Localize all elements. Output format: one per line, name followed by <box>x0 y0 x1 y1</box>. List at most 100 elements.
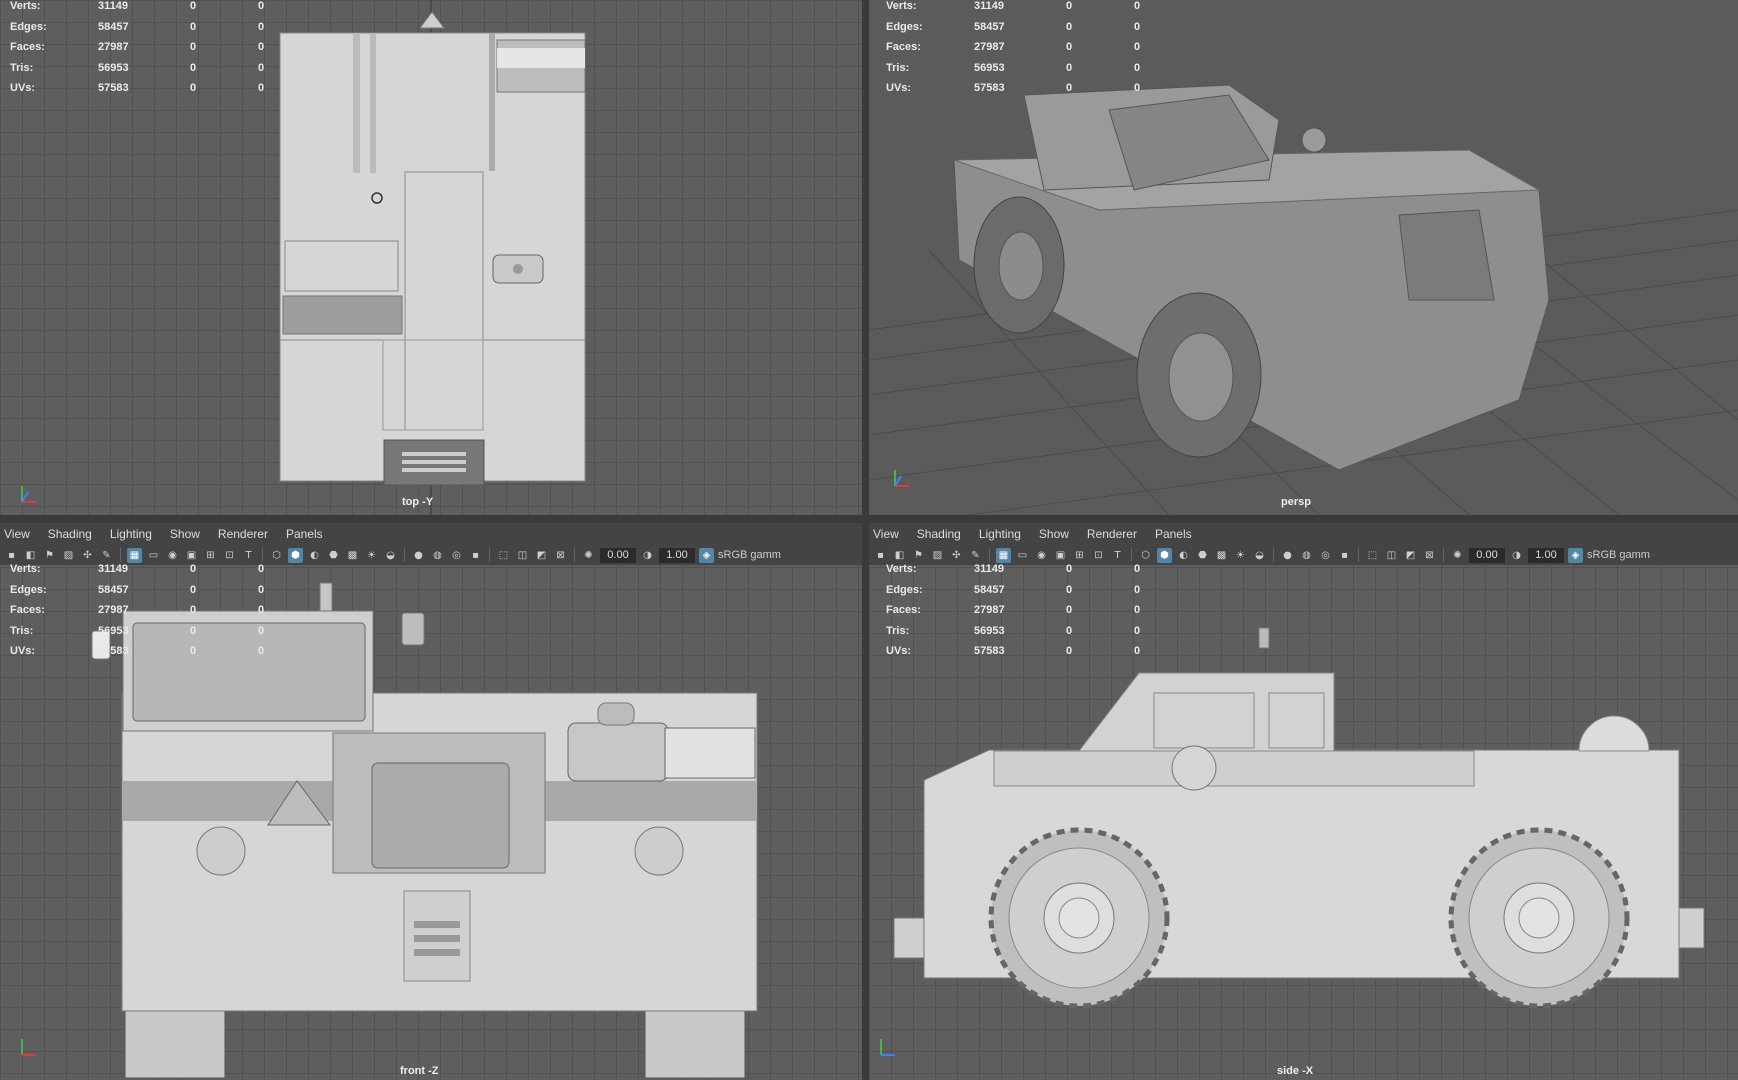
menu-show[interactable]: Show <box>170 527 210 541</box>
hud-value: 0 <box>1134 583 1141 596</box>
hud-value: 0 <box>1066 41 1073 54</box>
hud-value: 58457 <box>974 20 1005 33</box>
hud-value: 0 <box>190 41 197 54</box>
toolbar-separator <box>1273 548 1274 562</box>
xray-joints-icon[interactable]: ◩ <box>534 548 549 563</box>
hud-row-edges: Edges: 58457 0 0 <box>10 17 298 38</box>
xray-components-icon[interactable]: ⊠ <box>1422 548 1437 563</box>
hud-label: Faces: <box>886 604 921 617</box>
ambient-occlusion-icon[interactable]: ● <box>1280 548 1295 563</box>
hud-row-faces: Faces: 27987 0 0 <box>886 37 1174 58</box>
menu-renderer[interactable]: Renderer <box>218 527 278 541</box>
xray-icon[interactable]: ◫ <box>1384 548 1399 563</box>
color-management-icon[interactable]: ◈ <box>1568 547 1583 563</box>
gamma-field[interactable]: 1.00 <box>1528 547 1564 563</box>
motion-blur-icon[interactable]: ◍ <box>1299 548 1314 563</box>
textured-icon[interactable]: ▩ <box>345 548 360 563</box>
gamma-field[interactable]: 1.00 <box>659 547 695 563</box>
xray-components-icon[interactable]: ⊠ <box>553 548 568 563</box>
toolbar-separator <box>404 548 405 562</box>
wireframe-on-shaded-icon[interactable]: ⬣ <box>326 548 341 563</box>
isolate-select-icon[interactable]: ⬚ <box>1365 548 1380 563</box>
wireframe-on-shaded-icon[interactable]: ⬣ <box>1195 548 1210 563</box>
viewport-persp[interactable]: Verts: 31149 0 0 Edges: 58457 0 0 Faces: 27987 0… <box>869 0 1738 515</box>
xray-icon[interactable]: ◫ <box>515 548 530 563</box>
hud-value: 0 <box>190 563 197 576</box>
menu-show[interactable]: Show <box>1039 527 1079 541</box>
hud-value: 0 <box>1134 624 1141 637</box>
camera-label: front -Z <box>400 1065 439 1077</box>
viewport-front[interactable]: View Shading Lighting Show Renderer Pane… <box>0 523 862 1080</box>
hud-label: Faces: <box>10 41 45 54</box>
menu-view[interactable]: View <box>873 527 909 541</box>
shadows-icon[interactable]: ◒ <box>383 548 398 563</box>
exposure-field[interactable]: 0.00 <box>600 547 636 563</box>
color-space-dropdown[interactable]: sRGB gamm <box>1587 549 1650 561</box>
viewport-divider-vertical[interactable] <box>862 0 869 1080</box>
textured-icon[interactable]: ▩ <box>1214 548 1229 563</box>
hud-label: Faces: <box>886 41 921 54</box>
hud-value: 0 <box>1134 61 1141 74</box>
hud-value: 27987 <box>98 604 129 617</box>
hud-label: Edges: <box>886 20 923 33</box>
hud-label: Verts: <box>10 0 41 13</box>
motion-blur-icon[interactable]: ◍ <box>430 548 445 563</box>
menu-view[interactable]: View <box>4 527 40 541</box>
poly-count-hud: Verts: 31149 0 0 Edges: 58457 0 0 Faces: 27987 0… <box>886 0 1174 99</box>
hud-value: 57583 <box>974 645 1005 658</box>
hud-row-uvs: UVs: 57583 0 0 <box>10 641 298 662</box>
menu-shading[interactable]: Shading <box>917 527 971 541</box>
hud-value: 31149 <box>98 0 128 13</box>
axis-gizmo-icon <box>21 1039 36 1056</box>
menu-lighting[interactable]: Lighting <box>110 527 162 541</box>
hud-value: 0 <box>1066 583 1073 596</box>
menu-panels[interactable]: Panels <box>286 527 333 541</box>
axis-gizmo-icon <box>21 486 36 503</box>
exposure-icon[interactable]: ✺ <box>581 548 596 563</box>
lights-icon[interactable]: ☀ <box>364 548 379 563</box>
viewport-divider-horizontal[interactable] <box>0 515 1738 523</box>
isolate-select-icon[interactable]: ⬚ <box>496 548 511 563</box>
menu-shading[interactable]: Shading <box>48 527 102 541</box>
viewport-side[interactable]: View Shading Lighting Show Renderer Pane… <box>869 523 1738 1080</box>
axis-gizmo-icon <box>894 470 909 487</box>
hud-value: 57583 <box>98 82 129 95</box>
shadows-icon[interactable]: ◒ <box>1252 548 1267 563</box>
hud-value: 27987 <box>974 41 1005 54</box>
default-material-icon[interactable]: ◐ <box>1176 548 1191 563</box>
hud-value: 0 <box>258 0 265 13</box>
gamma-icon[interactable]: ◑ <box>640 548 655 563</box>
depth-of-field-icon[interactable]: ▪ <box>468 548 483 563</box>
menu-lighting[interactable]: Lighting <box>979 527 1031 541</box>
color-management-icon[interactable]: ◈ <box>699 547 714 563</box>
hud-label: Verts: <box>886 563 917 576</box>
menu-panels[interactable]: Panels <box>1155 527 1202 541</box>
hud-value: 0 <box>190 624 197 637</box>
hud-value: 56953 <box>98 624 129 637</box>
menu-renderer[interactable]: Renderer <box>1087 527 1147 541</box>
lights-icon[interactable]: ☀ <box>1233 548 1248 563</box>
hud-row-faces: Faces: 27987 0 0 <box>886 600 1174 621</box>
hud-value: 58457 <box>98 20 129 33</box>
hud-label: Verts: <box>10 563 41 576</box>
antialiasing-icon[interactable]: ◎ <box>449 548 464 563</box>
xray-joints-icon[interactable]: ◩ <box>1403 548 1418 563</box>
hud-value: 56953 <box>98 61 129 74</box>
exposure-field[interactable]: 0.00 <box>1469 547 1505 563</box>
hud-row-tris: Tris: 56953 0 0 <box>10 58 298 79</box>
gamma-icon[interactable]: ◑ <box>1509 548 1524 563</box>
antialiasing-icon[interactable]: ◎ <box>1318 548 1333 563</box>
hud-value: 0 <box>1066 20 1073 33</box>
hud-value: 31149 <box>98 563 128 576</box>
exposure-icon[interactable]: ✺ <box>1450 548 1465 563</box>
viewport-top[interactable]: Verts: 31149 0 0 Edges: 58457 0 0 Faces: 27987 0… <box>0 0 862 515</box>
hud-row-tris: Tris: 56953 0 0 <box>10 621 298 642</box>
hud-value: 0 <box>258 82 265 95</box>
depth-of-field-icon[interactable]: ▪ <box>1337 548 1352 563</box>
hud-value: 31149 <box>974 563 1004 576</box>
ambient-occlusion-icon[interactable]: ● <box>411 548 426 563</box>
hud-value: 31149 <box>974 0 1004 13</box>
default-material-icon[interactable]: ◐ <box>307 548 322 563</box>
front-wheel <box>988 827 1170 1009</box>
color-space-dropdown[interactable]: sRGB gamm <box>718 549 781 561</box>
